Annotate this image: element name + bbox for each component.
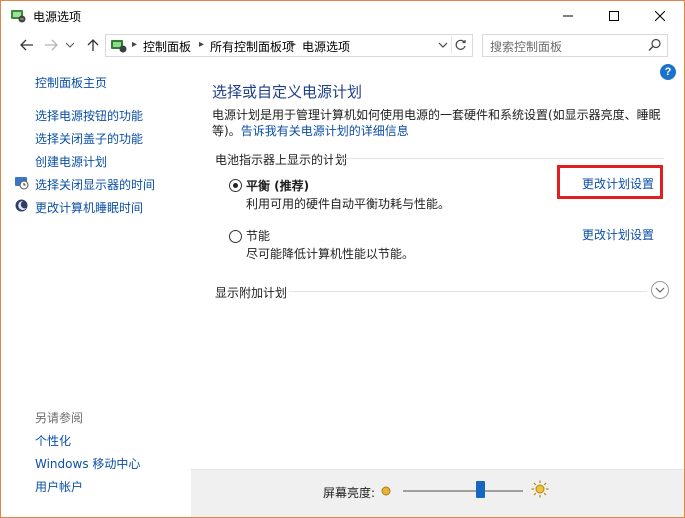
- display-timer-icon: [14, 175, 29, 190]
- plan-power-saver-change-settings-link[interactable]: 更改计划设置: [582, 226, 654, 243]
- minimize-icon: [563, 15, 573, 16]
- see-also-mobility-center[interactable]: Windows 移动中心: [35, 455, 140, 472]
- plan-balanced-name[interactable]: 平衡 (推荐): [246, 177, 309, 194]
- plan-power-saver-radio[interactable]: [229, 230, 242, 243]
- navigation-bar: ▸ 控制面板 ▸ 所有控制面板项 ▸ 电源选项 搜索控制面板: [1, 31, 684, 59]
- breadcrumb-all-items[interactable]: 所有控制面板项: [210, 38, 294, 55]
- group-divider: [333, 158, 664, 159]
- back-button[interactable]: [17, 36, 37, 54]
- refresh-icon: [455, 39, 466, 50]
- brightness-high-icon: [531, 480, 549, 498]
- control-panel-home-link[interactable]: 控制面板主页: [35, 74, 107, 91]
- brightness-slider[interactable]: [397, 478, 529, 502]
- left-navigation: 控制面板主页 选择电源按钮的功能 选择关闭盖子的功能 创建电源计划 选择关闭显示…: [1, 61, 191, 517]
- battery-plans-group-label: 电池指示器上显示的计划: [215, 153, 348, 167]
- sidebar-link-sleep-time[interactable]: 更改计算机睡眠时间: [35, 199, 143, 216]
- see-also-user-accounts[interactable]: 用户帐户: [35, 478, 83, 495]
- sidebar-link-create-plan[interactable]: 创建电源计划: [35, 153, 107, 170]
- brightness-slider-track: [403, 490, 523, 492]
- close-button[interactable]: [637, 1, 683, 30]
- brightness-bar: 屏幕亮度:: [191, 469, 684, 517]
- plan-power-saver-description: 尽可能降低计算机性能以节能。: [246, 247, 415, 261]
- chevron-down-icon: [66, 42, 74, 48]
- additional-plans-divider: [289, 291, 647, 292]
- up-arrow-icon: [87, 39, 99, 51]
- sidebar-link-display-off[interactable]: 选择关闭显示器的时间: [35, 176, 155, 193]
- maximize-icon: [609, 10, 619, 21]
- address-bar[interactable]: ▸ 控制面板 ▸ 所有控制面板项 ▸ 电源选项: [105, 34, 473, 57]
- window-title: 电源选项: [33, 10, 82, 24]
- close-icon: [655, 10, 665, 21]
- page-description: 电源计划是用于管理计算机如何使用电源的一套硬件和系统设置(如显示器亮度、睡眠等)…: [212, 107, 664, 139]
- plan-balanced-description: 利用可用的硬件自动平衡功耗与性能。: [246, 197, 451, 211]
- breadcrumb-separator-icon: ▸: [291, 39, 297, 50]
- address-dropdown-button[interactable]: [436, 38, 450, 52]
- breadcrumb-power-options[interactable]: 电源选项: [302, 38, 350, 55]
- title-bar: 电源选项: [1, 1, 684, 30]
- main-content: 选择或自定义电源计划 电源计划是用于管理计算机如何使用电源的一套硬件和系统设置(…: [191, 61, 684, 461]
- plan-power-saver-name[interactable]: 节能: [246, 227, 270, 244]
- forward-arrow-icon: [45, 39, 58, 51]
- search-box[interactable]: 搜索控制面板: [482, 34, 668, 57]
- page-title: 选择或自定义电源计划: [212, 83, 363, 101]
- expand-additional-plans-button[interactable]: [651, 281, 669, 299]
- back-arrow-icon: [20, 39, 33, 51]
- see-also-heading: 另请参阅: [35, 411, 84, 425]
- brightness-label: 屏幕亮度:: [323, 486, 376, 500]
- see-also-personalization[interactable]: 个性化: [35, 432, 71, 449]
- power-options-window: 电源选项 ▸ 控制面板 ▸ 所有控制面板项 ▸ 电源选项 搜索控制面板 ? 控制…: [0, 0, 685, 518]
- sleep-moon-icon: [14, 198, 29, 213]
- chevron-down-icon: [655, 287, 665, 293]
- brightness-slider-thumb[interactable]: [475, 481, 485, 498]
- highlight-annotation-box: [557, 165, 663, 199]
- refresh-button[interactable]: [451, 36, 470, 54]
- search-icon[interactable]: [648, 38, 662, 52]
- recent-locations-button[interactable]: [63, 36, 77, 54]
- forward-button[interactable]: [41, 36, 61, 54]
- breadcrumb-separator-icon: ▸: [199, 39, 205, 50]
- up-button[interactable]: [83, 36, 103, 54]
- breadcrumb-control-panel[interactable]: 控制面板: [143, 38, 191, 55]
- power-plan-info-link[interactable]: 告诉我有关电源计划的详细信息: [241, 124, 409, 138]
- sidebar-link-power-buttons[interactable]: 选择电源按钮的功能: [35, 107, 143, 124]
- brightness-low-icon: [379, 484, 393, 498]
- power-options-icon: [9, 7, 27, 23]
- additional-plans-label[interactable]: 显示附加计划: [215, 284, 287, 301]
- plan-balanced-radio[interactable]: [229, 179, 242, 192]
- chevron-down-icon: [438, 42, 448, 48]
- breadcrumb-separator-icon: ▸: [132, 39, 138, 50]
- sidebar-link-close-lid[interactable]: 选择关闭盖子的功能: [35, 130, 143, 147]
- minimize-button[interactable]: [545, 1, 591, 30]
- control-panel-icon: [110, 37, 128, 53]
- search-placeholder: 搜索控制面板: [490, 40, 563, 54]
- maximize-button[interactable]: [591, 1, 637, 30]
